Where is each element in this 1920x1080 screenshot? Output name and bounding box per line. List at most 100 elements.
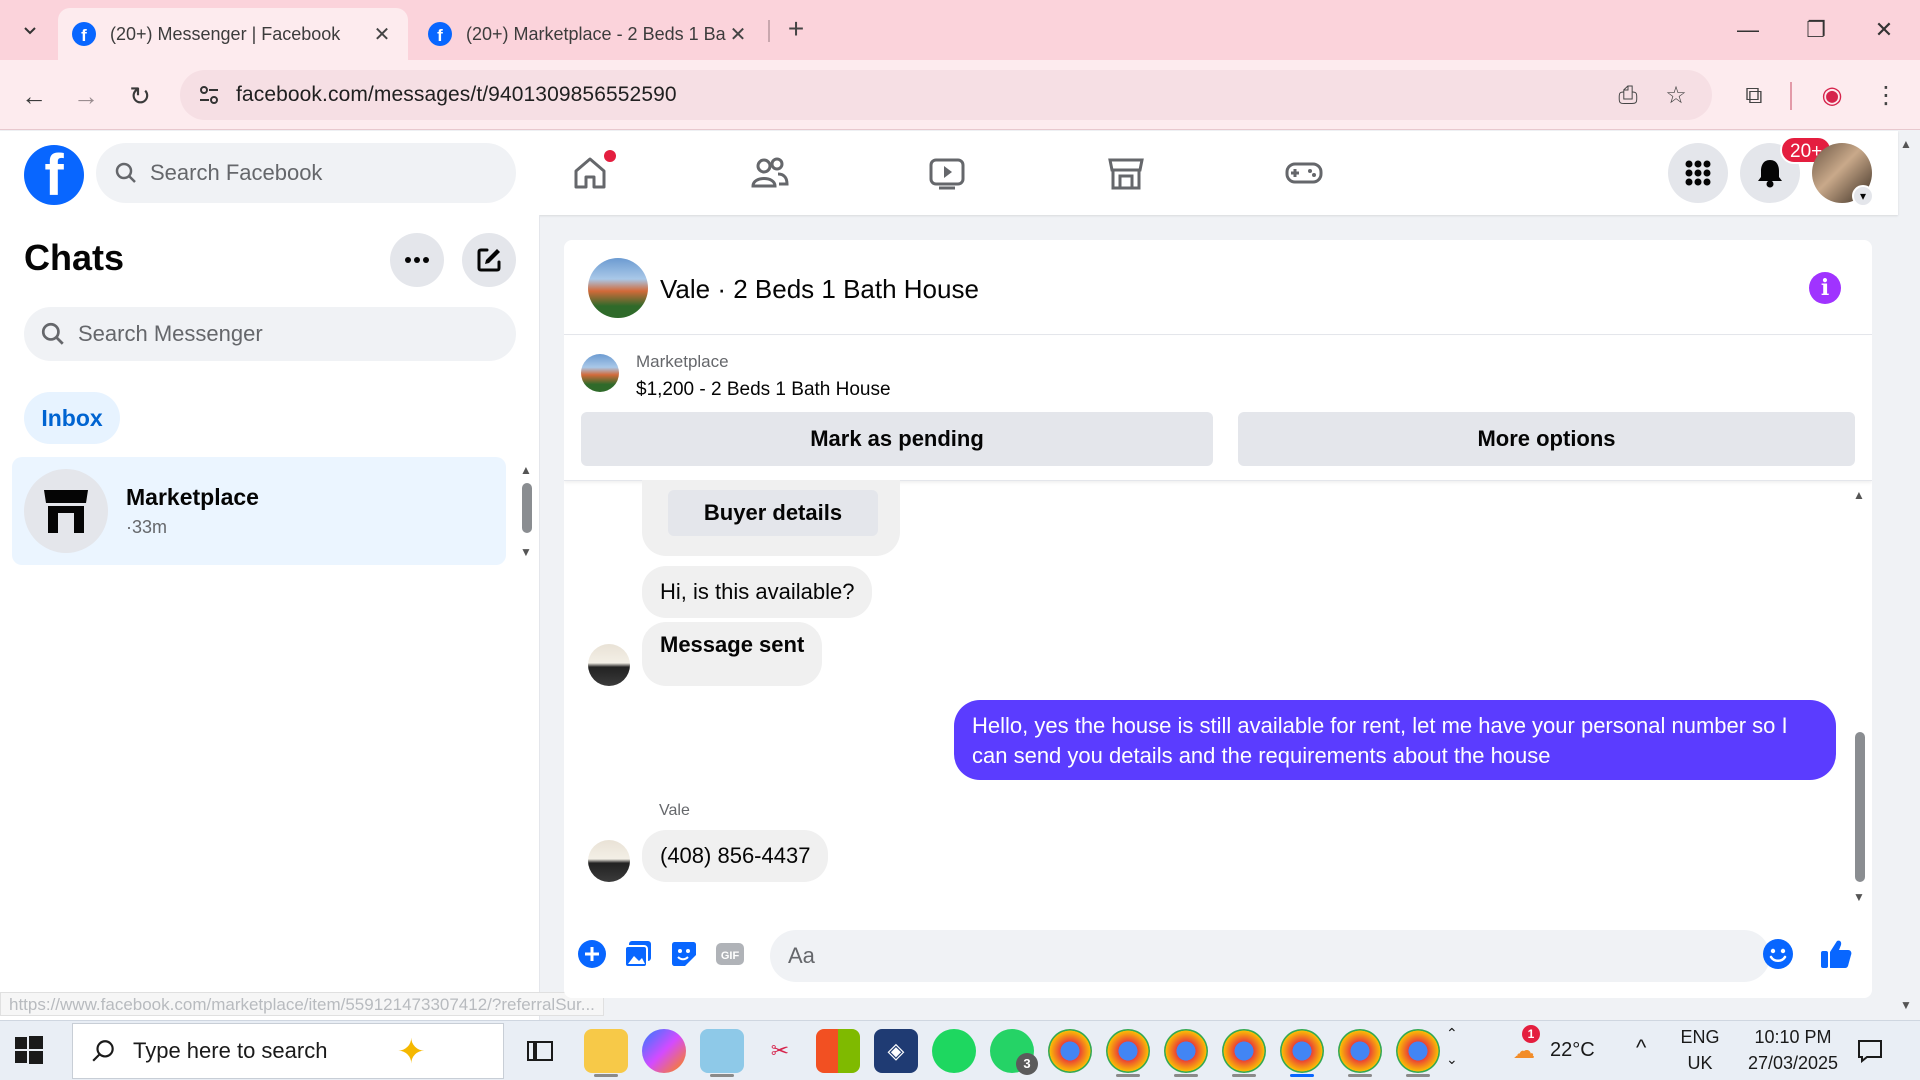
inbox-filter-chip[interactable]: Inbox: [24, 392, 120, 444]
marketplace-listing-banner: Marketplace $1,200 - 2 Beds 1 Bath House…: [564, 336, 1872, 481]
nav-friends[interactable]: [719, 145, 819, 201]
extensions-icon[interactable]: ⧉: [1734, 76, 1774, 116]
marketplace-avatar: [24, 469, 108, 553]
facebook-search[interactable]: Search Facebook: [96, 143, 516, 203]
search-messenger-input[interactable]: Search Messenger: [24, 307, 516, 361]
listing-avatar[interactable]: [588, 258, 648, 318]
chat-list-item[interactable]: Marketplace ·33m: [12, 457, 506, 565]
menu-button[interactable]: [1668, 143, 1728, 203]
security-app-icon[interactable]: ◈: [874, 1029, 918, 1073]
nav-gaming[interactable]: [1254, 145, 1354, 201]
gif-icon: GIF: [716, 943, 744, 965]
sticker-button[interactable]: [666, 936, 702, 972]
mark-as-pending-button[interactable]: Mark as pending: [581, 412, 1213, 466]
input-language[interactable]: ENG: [1680, 1027, 1720, 1048]
attach-photo-button[interactable]: [620, 936, 656, 972]
windows-start-icon[interactable]: [14, 1035, 44, 1065]
show-hidden-icons-chevron-icon[interactable]: ^: [1636, 1035, 1646, 1061]
new-message-button[interactable]: [462, 233, 516, 287]
nav-home[interactable]: [540, 145, 640, 201]
more-actions-button[interactable]: [574, 936, 610, 972]
chrome-profile-icon[interactable]: [1222, 1029, 1266, 1077]
close-tab-icon[interactable]: ✕: [726, 22, 750, 47]
sender-avatar[interactable]: [588, 840, 630, 882]
copilot-sparkle-icon: ✦: [397, 1033, 426, 1071]
sidebar-scroll-down-arrow[interactable]: ▼: [520, 545, 532, 559]
task-view-icon[interactable]: [518, 1029, 562, 1073]
home-icon: [574, 157, 606, 189]
video-icon: [929, 158, 965, 190]
taskbar-scroll-up-icon[interactable]: ⌃: [1446, 1025, 1458, 1042]
buyer-details-button[interactable]: Buyer details: [668, 490, 878, 536]
chrome-profile-icon[interactable]: [1106, 1029, 1150, 1077]
new-tab-button[interactable]: +: [780, 14, 812, 46]
snipping-tool-icon[interactable]: ✂: [758, 1029, 802, 1073]
tab-title: (20+) Marketplace - 2 Beds 1 Ba: [466, 23, 726, 44]
tab-messenger[interactable]: f (20+) Messenger | Facebook ✕: [58, 8, 408, 60]
sidebar-scroll-up-arrow[interactable]: ▲: [520, 463, 532, 477]
chrome-profile-icon[interactable]: [1338, 1029, 1382, 1077]
more-options-button[interactable]: More options: [1238, 412, 1855, 466]
profile-icon[interactable]: ◉: [1812, 76, 1852, 116]
account-chevron-icon[interactable]: ▾: [1852, 185, 1874, 207]
clock-date[interactable]: 27/03/2025: [1738, 1053, 1848, 1074]
weather-icon[interactable]: ☁ 1: [1502, 1025, 1546, 1073]
install-app-icon[interactable]: ⎙: [1612, 80, 1644, 112]
spotify-icon[interactable]: [932, 1029, 976, 1073]
chat-scroll-down-arrow[interactable]: ▼: [1853, 890, 1865, 904]
page-scroll-down-arrow[interactable]: ▼: [1900, 998, 1912, 1012]
gif-button[interactable]: GIF: [712, 936, 748, 972]
back-button[interactable]: ←: [14, 76, 54, 116]
listing-price-title[interactable]: $1,200 - 2 Beds 1 Bath House: [636, 379, 891, 401]
restore-button[interactable]: ❐: [1794, 12, 1838, 48]
copilot-icon[interactable]: [642, 1029, 686, 1073]
chat-options-button[interactable]: [390, 233, 444, 287]
info-icon[interactable]: i: [1809, 272, 1841, 304]
close-window-button[interactable]: ✕: [1862, 12, 1906, 48]
taskbar-scroll-down-icon[interactable]: ⌄: [1446, 1051, 1458, 1068]
tab-marketplace[interactable]: f (20+) Marketplace - 2 Beds 1 Ba ✕: [414, 8, 764, 60]
chat-scrollbar[interactable]: [1855, 732, 1865, 882]
microsoft-store-icon[interactable]: [816, 1029, 860, 1073]
toolbar-divider: [1790, 82, 1792, 110]
whatsapp-icon[interactable]: 3: [990, 1029, 1038, 1075]
search-icon: [115, 162, 136, 183]
tab-title: (20+) Messenger | Facebook: [110, 23, 341, 44]
address-bar[interactable]: facebook.com/messages/t/9401309856552590…: [180, 70, 1712, 120]
more-dots-icon: [405, 257, 429, 263]
tab-search-button[interactable]: [10, 10, 50, 50]
sender-avatar[interactable]: [588, 644, 630, 686]
chrome-profile-icon[interactable]: [1164, 1029, 1208, 1077]
file-explorer-icon[interactable]: [584, 1029, 628, 1077]
forward-button[interactable]: →: [66, 76, 106, 116]
facebook-logo[interactable]: f: [24, 145, 84, 205]
minimize-button[interactable]: —: [1726, 12, 1770, 48]
reload-button[interactable]: ↻: [120, 76, 160, 116]
chrome-profile-icon[interactable]: [1280, 1029, 1324, 1077]
input-region[interactable]: UK: [1680, 1053, 1720, 1074]
sidebar-scrollbar[interactable]: [522, 483, 532, 533]
photo-icon: [624, 941, 651, 968]
nav-marketplace[interactable]: [1076, 145, 1176, 201]
notification-center-icon[interactable]: [1848, 1029, 1892, 1073]
emoji-button[interactable]: [1760, 936, 1796, 972]
close-tab-icon[interactable]: ✕: [370, 22, 394, 47]
weather-badge: 1: [1522, 1025, 1540, 1043]
svg-text:GIF: GIF: [721, 950, 740, 962]
taskbar-search[interactable]: Type here to search ✦: [72, 1023, 504, 1079]
bookmark-star-icon[interactable]: ☆: [1660, 80, 1692, 112]
clock-time[interactable]: 10:10 PM: [1738, 1027, 1848, 1048]
site-info-icon[interactable]: [192, 78, 226, 112]
listing-thumbnail[interactable]: [581, 354, 619, 392]
page-scroll-up-arrow[interactable]: ▲: [1900, 137, 1912, 151]
nav-watch[interactable]: [897, 145, 997, 201]
message-input[interactable]: Aa: [770, 930, 1770, 982]
notes-app-icon[interactable]: [700, 1029, 744, 1077]
menu-kebab-icon[interactable]: ⋮: [1866, 76, 1906, 116]
like-button[interactable]: [1818, 936, 1854, 972]
chrome-profile-icon[interactable]: [1396, 1029, 1440, 1077]
conversation-title[interactable]: Vale · 2 Beds 1 Bath House: [660, 274, 979, 305]
chat-scroll-up-arrow[interactable]: ▲: [1853, 488, 1865, 502]
chrome-icon[interactable]: [1048, 1029, 1092, 1073]
temperature[interactable]: 22°C: [1550, 1039, 1595, 1062]
